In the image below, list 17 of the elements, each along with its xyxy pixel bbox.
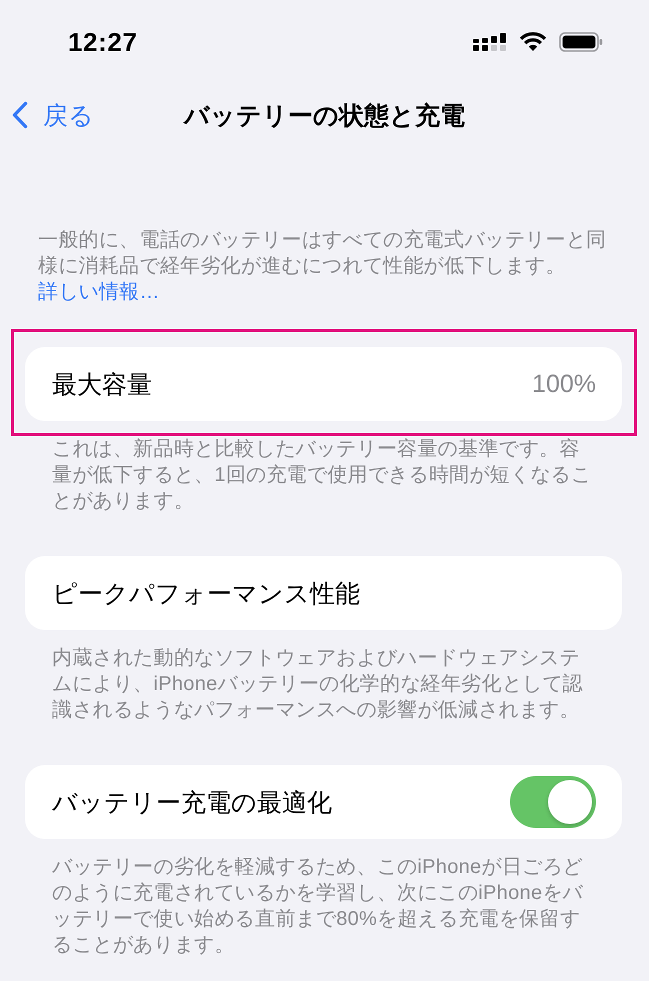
row-footnote: 内蔵された動的なソフトウェアおよびハードウェアシステムにより、iPhoneバッテリーの化学的な経年劣化として認識されるようなパフォーマンスへの影響が低減されます。 bbox=[52, 646, 584, 723]
row-footnote: バッテリーの劣化を軽減するため、このiPhoneが日ごろどのように充電されているかを学習し、次にこのiPhoneをバッテリーで使い始める直前まで80%を超える充電を保留することがあります。 bbox=[52, 855, 584, 958]
page-title: バッテリーの状態と充電 bbox=[184, 100, 465, 132]
chevron-left-icon bbox=[12, 101, 28, 129]
row-label: ピークパフォーマンス性能 bbox=[52, 578, 360, 610]
row-value: 100% bbox=[532, 370, 596, 398]
back-button[interactable]: 戻る bbox=[12, 98, 96, 132]
row-label: バッテリー充電の最適化 bbox=[52, 788, 332, 818]
row-footnote: これは、新品時と比較したバッテリー容量の基準です。容量が低下すると、1回の充電で使用できる時間が短くなることがあります。 bbox=[52, 437, 592, 514]
more-info-link[interactable]: 詳しい情報… bbox=[38, 281, 160, 303]
wifi-icon bbox=[519, 32, 547, 52]
intro-text: 一般的に、電話のバッテリーはすべての充電式バッテリーと同様に消耗品で経年劣化が進むにつれて性能が低下します。 詳しい情報… bbox=[38, 228, 608, 305]
toggle-switch[interactable] bbox=[510, 776, 596, 828]
status-time: 12:27 bbox=[68, 26, 138, 58]
row-label: 最大容量 bbox=[52, 370, 152, 400]
battery-icon bbox=[559, 32, 603, 52]
signal-icon bbox=[473, 33, 507, 51]
